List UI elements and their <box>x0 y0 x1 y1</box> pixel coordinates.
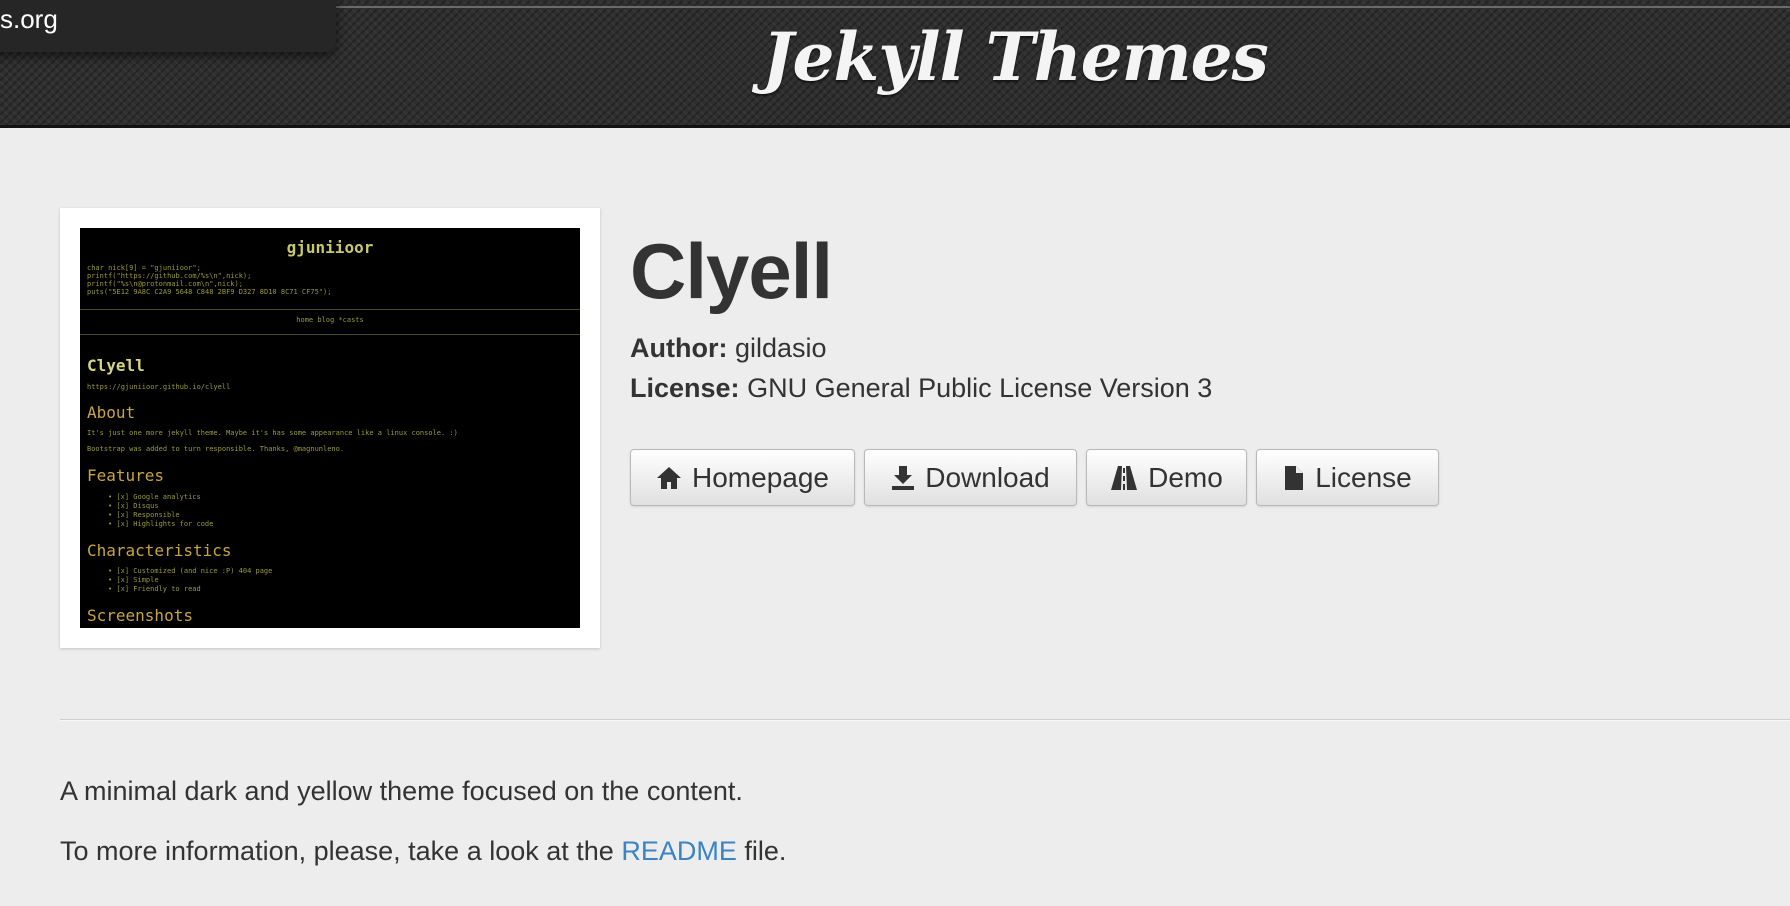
theme-screenshot[interactable]: gjuniioor char nick[9] = "gjuniioor"; pr… <box>80 228 580 628</box>
download-icon <box>891 465 915 491</box>
readme-text-after: file. <box>744 836 787 866</box>
preview-screenshots-heading: Screenshots <box>87 606 193 625</box>
author-value: gildasio <box>734 333 827 363</box>
download-button[interactable]: Download <box>864 449 1077 506</box>
license-label: License: <box>630 373 740 403</box>
preview-about-heading: About <box>87 403 136 422</box>
license-button[interactable]: License <box>1256 449 1439 506</box>
preview-features-heading: Features <box>87 466 165 485</box>
preview-characteristics-heading: Characteristics <box>87 541 232 560</box>
download-button-label: Download <box>925 461 1050 493</box>
demo-button-label: Demo <box>1148 461 1223 493</box>
homepage-button[interactable]: Homepage <box>630 449 855 506</box>
preview-divider <box>80 334 580 335</box>
section-divider <box>60 719 1790 721</box>
theme-title: Clyell <box>630 227 833 315</box>
readme-text-before: To more information, please, take a look… <box>60 836 614 866</box>
license-line: License: GNU General Public License Vers… <box>630 373 1212 404</box>
readme-link[interactable]: README <box>621 836 737 866</box>
preview-code: char nick[9] = "gjuniioor"; printf("http… <box>87 264 332 296</box>
license-value: GNU General Public License Version 3 <box>747 373 1213 403</box>
home-icon <box>656 466 682 490</box>
author-label: Author: <box>630 333 728 363</box>
homepage-button-label: Homepage <box>692 461 829 493</box>
file-icon <box>1283 465 1305 491</box>
author-line: Author: gildasio <box>630 333 827 364</box>
preview-features-list: • [x] Google analytics • [x] Disqus • [x… <box>108 493 214 528</box>
url-tooltip: s.org <box>0 0 336 52</box>
readme-paragraph: To more information, please, take a look… <box>60 836 786 867</box>
preview-nav: home blog *casts <box>296 316 364 324</box>
preview-about-text: It's just one more jekyll theme. Maybe i… <box>87 429 458 437</box>
description-text: A minimal dark and yellow theme focused … <box>60 776 743 806</box>
url-tooltip-text: s.org <box>0 4 58 34</box>
preview-divider <box>80 309 580 310</box>
preview-site-name: gjuniioor <box>286 238 374 257</box>
preview-heading: Clyell <box>87 356 145 375</box>
preview-characteristics-list: • [x] Customized (and nice :P) 404 page … <box>108 567 273 593</box>
preview-url: https://gjuniioor.github.io/clyell <box>87 383 231 391</box>
license-button-label: License <box>1315 461 1412 493</box>
preview-about-text2: Bootstrap was added to turn responsible.… <box>87 445 345 453</box>
demo-button[interactable]: Demo <box>1086 449 1247 506</box>
theme-screenshot-card: gjuniioor char nick[9] = "gjuniioor"; pr… <box>60 208 600 648</box>
road-icon <box>1110 465 1138 491</box>
